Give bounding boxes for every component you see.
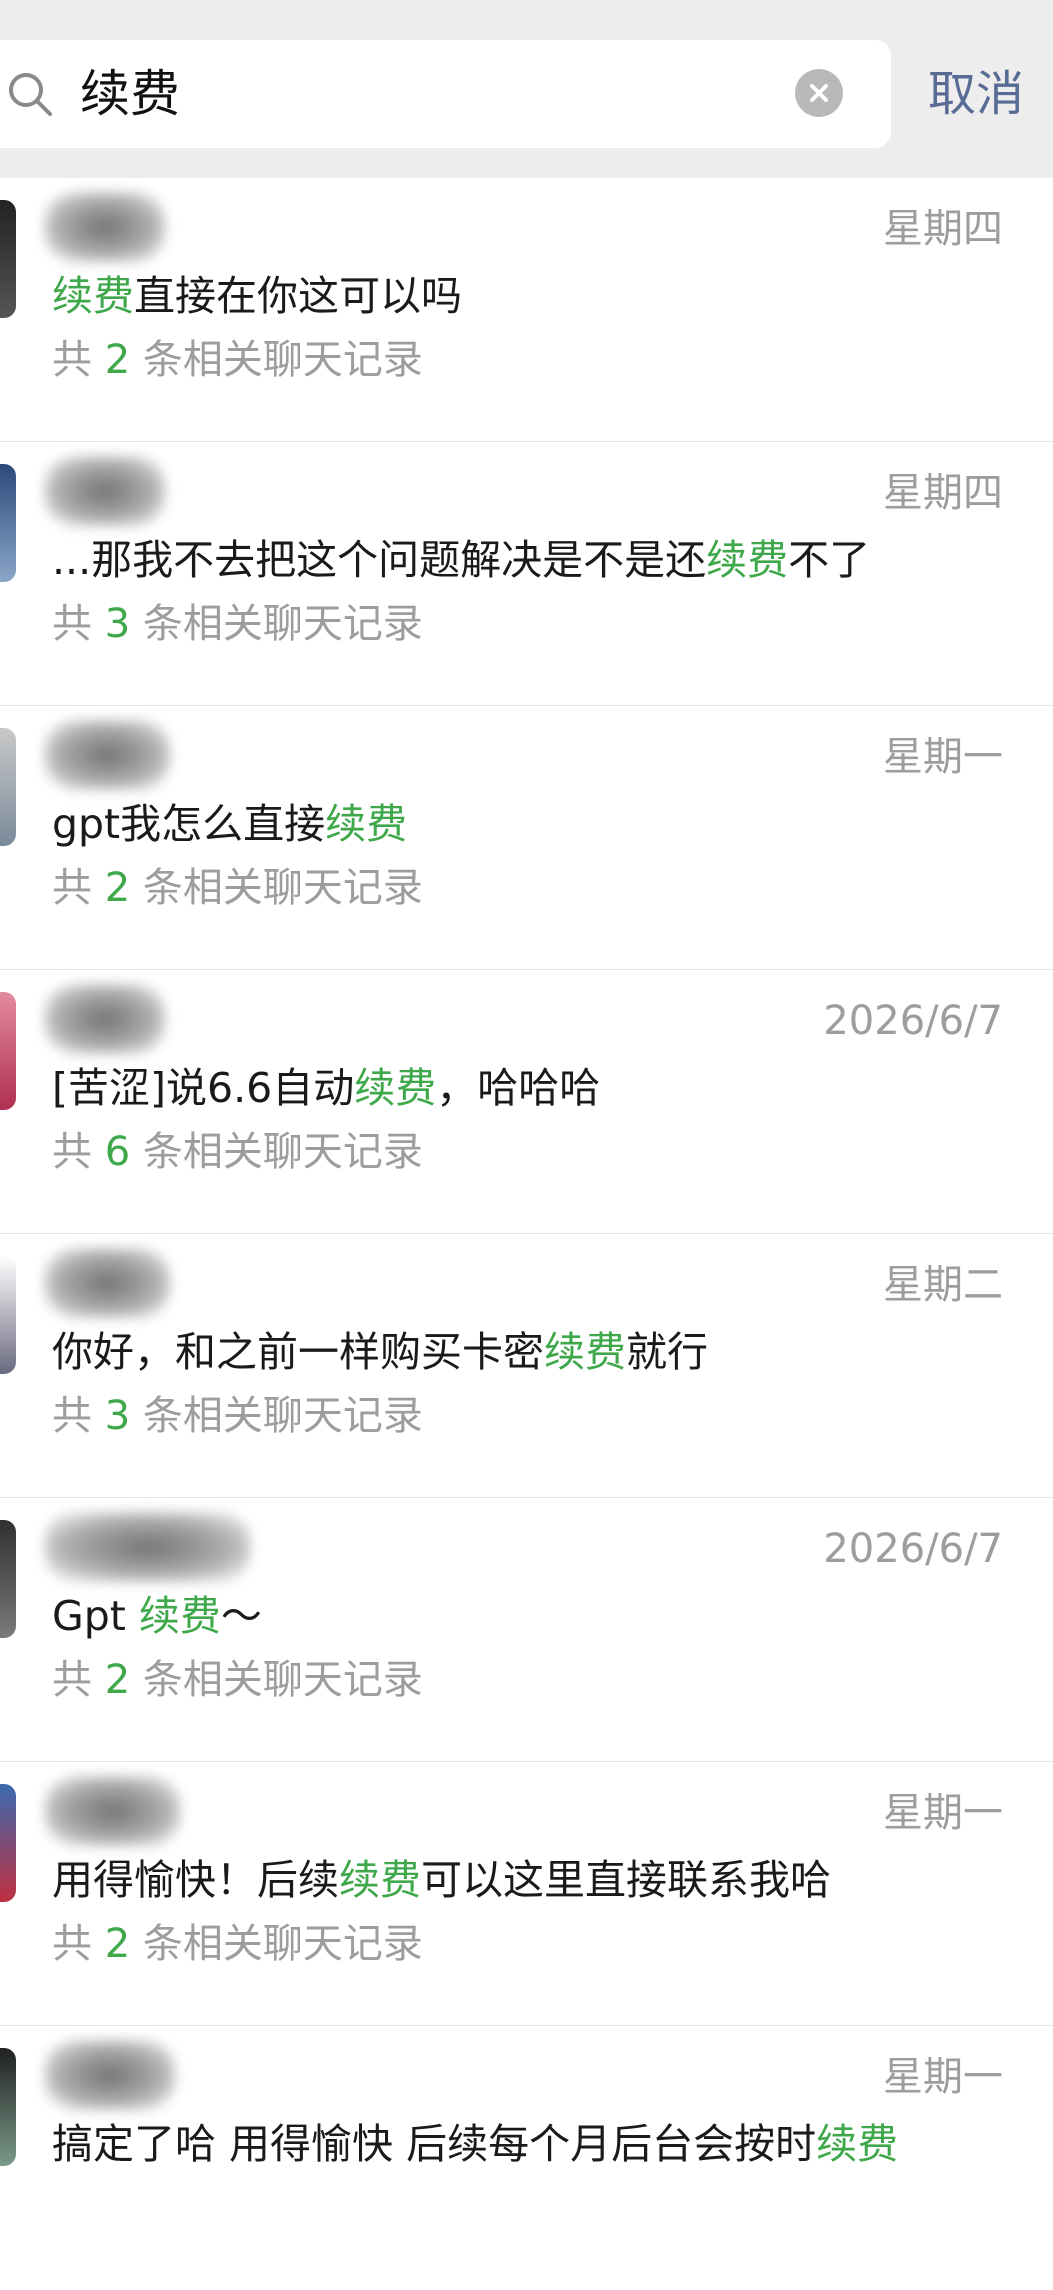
chat-result-item[interactable]: 2026/6/7 [苦涩]说6.6自动续费，哈哈哈共 6 条相关聊天记录 [0,970,1053,1234]
count-prefix: 共 [52,337,105,383]
message-snippet: 搞定了哈 用得愉快 后续每个月后台会按时续费 [52,2116,898,2172]
snippet-text-before: [苦涩]说6.6自动 [52,1064,355,1112]
keyword-highlight: 续费 [706,536,789,584]
contact-name-redacted [45,1776,180,1846]
contact-name-redacted [45,2040,175,2110]
message-snippet: ...那我不去把这个问题解决是不是还续费不了 [52,532,870,588]
count-prefix: 共 [52,1393,105,1439]
count-number: 6 [104,1129,131,1175]
keyword-highlight: 续费 [544,1328,626,1376]
keyword-highlight: 续费 [354,1064,437,1112]
avatar [0,200,16,318]
count-suffix: 条相关聊天记录 [130,865,423,911]
cancel-button[interactable]: 取消 [928,64,1024,124]
count-number: 3 [104,601,131,647]
message-snippet: Gpt 续费～ [52,1588,262,1644]
count-suffix: 条相关聊天记录 [130,601,423,647]
avatar [0,2048,16,2166]
related-records-count: 共 2 条相关聊天记录 [52,862,423,914]
count-suffix: 条相关聊天记录 [130,1657,423,1703]
message-snippet: 你好，和之前一样购买卡密续费就行 [52,1324,708,1380]
search-icon [9,73,52,116]
snippet-text-after: 就行 [626,1328,708,1376]
chat-result-item[interactable]: 2026/6/7 Gpt 续费～ 共 2 条相关聊天记录 [0,1498,1053,1762]
related-records-count: 共 6 条相关聊天记录 [52,1126,423,1178]
related-records-count: 共 2 条相关聊天记录 [52,1654,423,1706]
chat-result-item[interactable]: 星期四 续费直接在你这可以吗共 2 条相关聊天记录 [0,178,1053,442]
count-prefix: 共 [52,865,105,911]
snippet-text-before: 你好，和之前一样购买卡密 [52,1328,544,1376]
snippet-text-before: gpt我怎么直接 [52,800,326,848]
avatar [0,728,16,846]
keyword-highlight: 续费 [339,1856,421,1904]
avatar [0,1784,16,1902]
count-number: 3 [104,1393,131,1439]
clear-search-icon[interactable] [795,69,843,117]
snippet-text-before: 用得愉快！后续 [52,1856,339,1904]
count-suffix: 条相关聊天记录 [130,337,423,383]
count-number: 2 [104,1921,131,1967]
search-input[interactable]: 续费 [0,40,891,148]
snippet-text-before: Gpt [52,1592,139,1640]
count-prefix: 共 [52,1129,105,1175]
related-records-count: 共 3 条相关聊天记录 [52,1390,423,1442]
result-date: 2026/6/7 [823,1526,1003,1572]
snippet-text-after: 可以这里直接联系我哈 [421,1856,831,1904]
related-records-count: 共 2 条相关聊天记录 [52,1918,423,1970]
result-date: 星期一 [883,734,1003,780]
result-date: 2026/6/7 [823,998,1003,1044]
count-prefix: 共 [52,1657,105,1703]
avatar [0,1256,16,1374]
snippet-text-after: 不了 [788,536,871,584]
keyword-highlight: 续费 [138,1592,221,1640]
chat-result-item[interactable]: 星期二你好，和之前一样购买卡密续费就行共 3 条相关聊天记录 [0,1234,1053,1498]
chat-result-item[interactable]: 星期四 ...那我不去把这个问题解决是不是还续费不了共 3 条相关聊天记录 [0,442,1053,706]
contact-name-redacted [45,456,165,526]
count-suffix: 条相关聊天记录 [130,1921,423,1967]
message-snippet: gpt我怎么直接续费 [52,796,407,852]
snippet-text-after: ～ [220,1592,262,1640]
keyword-highlight: 续费 [325,800,408,848]
chat-result-item[interactable]: 星期一用得愉快！后续续费可以这里直接联系我哈共 2 条相关聊天记录 [0,1762,1053,2026]
result-date: 星期一 [883,1790,1003,1836]
keyword-highlight: 续费 [816,2120,899,2168]
contact-name-redacted [45,1512,250,1582]
message-snippet: 用得愉快！后续续费可以这里直接联系我哈 [52,1852,831,1908]
count-prefix: 共 [52,601,105,647]
contact-name-redacted [45,1248,170,1318]
result-date: 星期二 [883,1262,1003,1308]
chat-result-item[interactable]: 星期一搞定了哈 用得愉快 后续每个月后台会按时续费 [0,2026,1053,2290]
chat-result-item[interactable]: 星期一 gpt我怎么直接续费共 2 条相关聊天记录 [0,706,1053,970]
result-date: 星期四 [883,206,1003,252]
keyword-highlight: 续费 [52,272,134,320]
count-number: 2 [104,1657,131,1703]
count-number: 2 [104,337,131,383]
snippet-text-before: ...那我不去把这个问题解决是不是还 [52,536,707,584]
search-query[interactable]: 续费 [80,64,180,124]
contact-name-redacted [45,984,165,1054]
avatar [0,1520,16,1638]
related-records-count: 共 2 条相关聊天记录 [52,334,423,386]
count-suffix: 条相关聊天记录 [130,1393,423,1439]
count-number: 2 [104,865,131,911]
search-header: 续费 取消 [0,0,1053,178]
result-date: 星期四 [883,470,1003,516]
result-date: 星期一 [883,2054,1003,2100]
count-suffix: 条相关聊天记录 [130,1129,423,1175]
snippet-text-after: ，哈哈哈 [436,1064,601,1112]
avatar [0,992,16,1110]
snippet-text-before: 搞定了哈 用得愉快 后续每个月后台会按时 [52,2120,817,2168]
related-records-count: 共 3 条相关聊天记录 [52,598,423,650]
search-results-list: 星期四 续费直接在你这可以吗共 2 条相关聊天记录 星期四 ...那我不去把这个问题解… [0,178,1053,2290]
snippet-text-after: 直接在你这可以吗 [134,272,462,320]
avatar [0,464,16,582]
message-snippet: [苦涩]说6.6自动续费，哈哈哈 [52,1060,600,1116]
count-prefix: 共 [52,1921,105,1967]
contact-name-redacted [45,192,165,262]
contact-name-redacted [45,720,170,790]
message-snippet: 续费直接在你这可以吗 [52,268,462,324]
